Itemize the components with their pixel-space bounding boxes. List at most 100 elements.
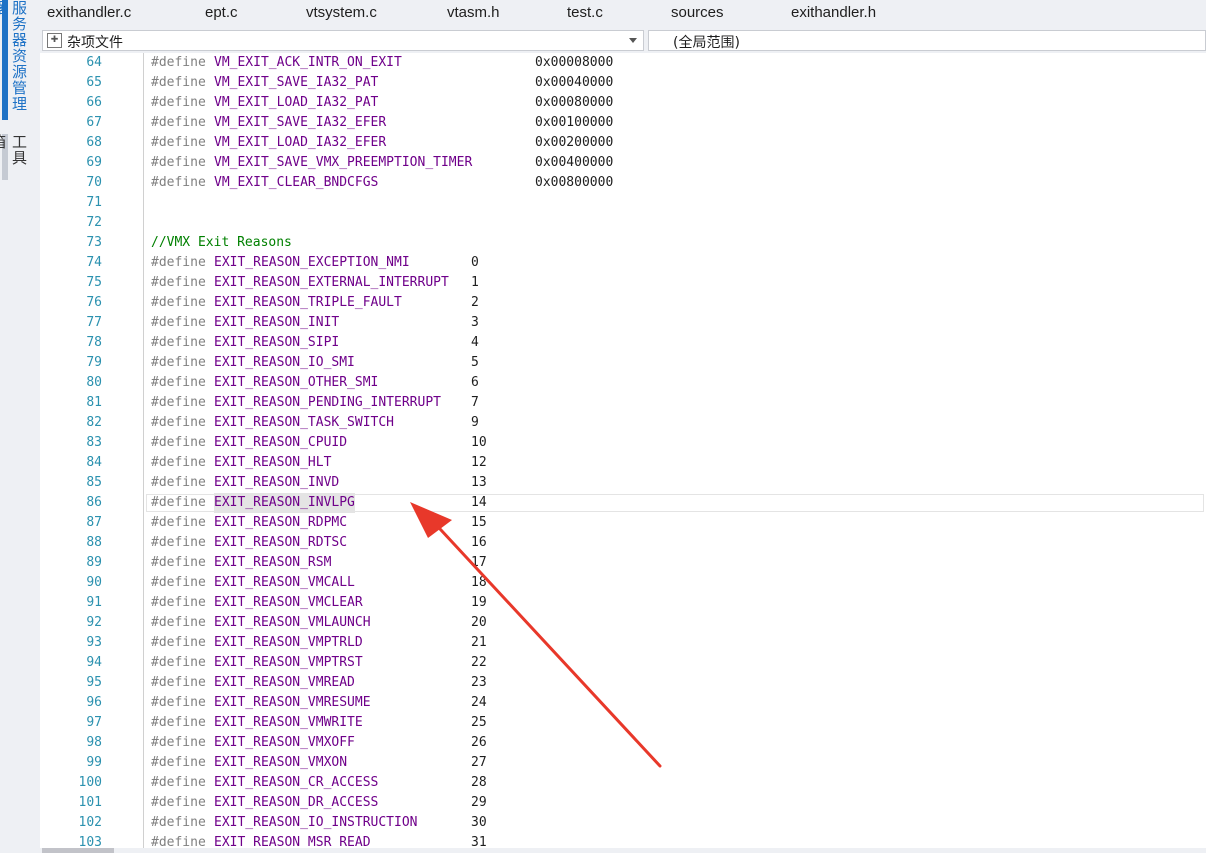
macro-name[interactable]: EXIT_REASON_TASK_SWITCH bbox=[214, 413, 394, 433]
horizontal-scrollbar[interactable] bbox=[40, 848, 1206, 853]
code-line[interactable]: 101 #define EXIT_REASON_DR_ACCESS 29 bbox=[40, 793, 1206, 813]
code-line[interactable]: 74 #define EXIT_REASON_EXCEPTION_NMI 0 bbox=[40, 253, 1206, 273]
code-line[interactable]: 77 #define EXIT_REASON_INIT 3 bbox=[40, 313, 1206, 333]
macro-value: 1 bbox=[471, 275, 479, 290]
code-line[interactable]: 89 #define EXIT_REASON_RSM 17 bbox=[40, 553, 1206, 573]
tab-test-c[interactable]: test.c bbox=[567, 4, 603, 21]
code-line[interactable]: 68 #define VM_EXIT_LOAD_IA32_EFER 0x0020000… bbox=[40, 133, 1206, 153]
macro-name[interactable]: VM_EXIT_SAVE_IA32_EFER bbox=[214, 113, 386, 133]
macro-name[interactable]: EXIT_REASON_PENDING_INTERRUPT bbox=[214, 393, 441, 413]
line-number: 78 bbox=[86, 335, 102, 350]
macro-name[interactable]: EXIT_REASON_VMXON bbox=[214, 753, 347, 773]
code-line[interactable]: 84 #define EXIT_REASON_HLT 12 bbox=[40, 453, 1206, 473]
macro-name[interactable]: EXIT_REASON_VMREAD bbox=[214, 673, 355, 693]
code-line[interactable]: 67 #define VM_EXIT_SAVE_IA32_EFER 0x0010000… bbox=[40, 113, 1206, 133]
code-line[interactable]: 73 //VMX Exit Reasons bbox=[40, 233, 1206, 253]
code-line[interactable]: 102 #define EXIT_REASON_IO_INSTRUCTION 30 bbox=[40, 813, 1206, 833]
code-line[interactable]: 95 #define EXIT_REASON_VMREAD 23 bbox=[40, 673, 1206, 693]
tab-ept-c[interactable]: ept.c bbox=[205, 4, 238, 21]
code-line[interactable]: 98 #define EXIT_REASON_VMXOFF 26 bbox=[40, 733, 1206, 753]
code-line[interactable]: 80 #define EXIT_REASON_OTHER_SMI 6 bbox=[40, 373, 1206, 393]
macro-value: 0x00800000 bbox=[535, 175, 614, 190]
macro-name[interactable]: EXIT_REASON_VMXOFF bbox=[214, 733, 355, 753]
code-line[interactable]: 85 #define EXIT_REASON_INVD 13 bbox=[40, 473, 1206, 493]
macro-name[interactable]: EXIT_REASON_EXTERNAL_INTERRUPT bbox=[214, 273, 449, 293]
side-tab-server-explorer[interactable]: 服务器资源管理器 bbox=[0, 0, 30, 116]
code-line[interactable]: 99 #define EXIT_REASON_VMXON 27 bbox=[40, 753, 1206, 773]
code-line[interactable]: 79 #define EXIT_REASON_IO_SMI 5 bbox=[40, 353, 1206, 373]
macro-name[interactable]: EXIT_REASON_INVD bbox=[214, 473, 339, 493]
code-line[interactable]: 90 #define EXIT_REASON_VMCALL 18 bbox=[40, 573, 1206, 593]
macro-name[interactable]: EXIT_REASON_VMWRITE bbox=[214, 713, 363, 733]
code-line[interactable]: 100 #define EXIT_REASON_CR_ACCESS 28 bbox=[40, 773, 1206, 793]
code-line[interactable]: 94 #define EXIT_REASON_VMPTRST 22 bbox=[40, 653, 1206, 673]
code-line[interactable]: 71 bbox=[40, 193, 1206, 213]
macro-name[interactable]: EXIT_REASON_CPUID bbox=[214, 433, 347, 453]
member-scope-dropdown[interactable]: (全局范围) bbox=[648, 30, 1206, 51]
code-line[interactable]: 76 #define EXIT_REASON_TRIPLE_FAULT 2 bbox=[40, 293, 1206, 313]
macro-name[interactable]: EXIT_REASON_TRIPLE_FAULT bbox=[214, 293, 402, 313]
code-line[interactable]: 72 bbox=[40, 213, 1206, 233]
macro-name[interactable]: EXIT_REASON_OTHER_SMI bbox=[214, 373, 378, 393]
macro-name[interactable]: EXIT_REASON_CR_ACCESS bbox=[214, 773, 378, 793]
line-number: 68 bbox=[86, 135, 102, 150]
scrollbar-thumb[interactable] bbox=[42, 848, 114, 853]
code-line[interactable]: 75 #define EXIT_REASON_EXTERNAL_INTERRUPT 1 bbox=[40, 273, 1206, 293]
code-line[interactable]: 82 #define EXIT_REASON_TASK_SWITCH 9 bbox=[40, 413, 1206, 433]
preprocessor-keyword: #define bbox=[151, 155, 206, 170]
code-line[interactable]: 83 #define EXIT_REASON_CPUID 10 bbox=[40, 433, 1206, 453]
code-editor[interactable]: 64 #define VM_EXIT_ACK_INTR_ON_EXIT 0x00008… bbox=[40, 53, 1206, 853]
code-line[interactable]: 88 #define EXIT_REASON_RDTSC 16 bbox=[40, 533, 1206, 553]
tab-vtsystem-c[interactable]: vtsystem.c bbox=[306, 4, 377, 21]
macro-name[interactable]: EXIT_REASON_VMCALL bbox=[214, 573, 355, 593]
macro-name[interactable]: EXIT_REASON_SIPI bbox=[214, 333, 339, 353]
tab-exithandler-h[interactable]: exithandler.h bbox=[791, 4, 876, 21]
macro-value: 0 bbox=[471, 255, 479, 270]
code-line[interactable]: 91 #define EXIT_REASON_VMCLEAR 19 bbox=[40, 593, 1206, 613]
macro-name[interactable]: EXIT_REASON_IO_INSTRUCTION bbox=[214, 813, 418, 833]
code-line[interactable]: 93 #define EXIT_REASON_VMPTRLD 21 bbox=[40, 633, 1206, 653]
macro-name[interactable]: EXIT_REASON_DR_ACCESS bbox=[214, 793, 378, 813]
macro-name[interactable]: EXIT_REASON_HLT bbox=[214, 453, 331, 473]
preprocessor-keyword: #define bbox=[151, 175, 206, 190]
code-line[interactable]: 69 #define VM_EXIT_SAVE_VMX_PREEMPTION_TIM… bbox=[40, 153, 1206, 173]
macro-name[interactable]: EXIT_REASON_INVLPG bbox=[214, 493, 355, 513]
chevron-down-icon[interactable] bbox=[629, 38, 637, 43]
macro-name[interactable]: VM_EXIT_LOAD_IA32_PAT bbox=[214, 93, 378, 113]
macro-name[interactable]: EXIT_REASON_RDPMC bbox=[214, 513, 347, 533]
macro-name[interactable]: EXIT_REASON_RSM bbox=[214, 553, 331, 573]
macro-value: 17 bbox=[471, 555, 487, 570]
macro-name[interactable]: VM_EXIT_SAVE_IA32_PAT bbox=[214, 73, 378, 93]
macro-name[interactable]: EXIT_REASON_VMPTRST bbox=[214, 653, 363, 673]
code-line[interactable]: 92 #define EXIT_REASON_VMLAUNCH 20 bbox=[40, 613, 1206, 633]
macro-name[interactable]: EXIT_REASON_VMLAUNCH bbox=[214, 613, 371, 633]
macro-name[interactable]: EXIT_REASON_VMRESUME bbox=[214, 693, 371, 713]
code-line[interactable]: 78 #define EXIT_REASON_SIPI 4 bbox=[40, 333, 1206, 353]
code-line[interactable]: 64 #define VM_EXIT_ACK_INTR_ON_EXIT 0x00008… bbox=[40, 53, 1206, 73]
code-line[interactable]: 70 #define VM_EXIT_CLEAR_BNDCFGS 0x00800000 bbox=[40, 173, 1206, 193]
macro-name[interactable]: VM_EXIT_SAVE_VMX_PREEMPTION_TIMER bbox=[214, 153, 472, 173]
macro-name[interactable]: VM_EXIT_LOAD_IA32_EFER bbox=[214, 133, 386, 153]
code-line[interactable]: 66 #define VM_EXIT_LOAD_IA32_PAT 0x00080000 bbox=[40, 93, 1206, 113]
tab-vtasm-h[interactable]: vtasm.h bbox=[447, 4, 500, 21]
code-line[interactable]: 81 #define EXIT_REASON_PENDING_INTERRUPT 7 bbox=[40, 393, 1206, 413]
side-tab-toolbox[interactable]: 工具箱 bbox=[0, 134, 30, 180]
tab-sources[interactable]: sources bbox=[671, 4, 724, 21]
project-scope-dropdown[interactable]: ✚ 杂项文件 bbox=[42, 30, 644, 51]
macro-name[interactable]: EXIT_REASON_EXCEPTION_NMI bbox=[214, 253, 410, 273]
code-line[interactable]: 97 #define EXIT_REASON_VMWRITE 25 bbox=[40, 713, 1206, 733]
macro-name[interactable]: VM_EXIT_ACK_INTR_ON_EXIT bbox=[214, 53, 402, 73]
code-line[interactable]: 86 #define EXIT_REASON_INVLPG 14 bbox=[40, 493, 1206, 513]
macro-name[interactable]: VM_EXIT_CLEAR_BNDCFGS bbox=[214, 173, 378, 193]
code-line[interactable]: 87 #define EXIT_REASON_RDPMC 15 bbox=[40, 513, 1206, 533]
line-number: 70 bbox=[86, 175, 102, 190]
tab-exithandler-c[interactable]: exithandler.c bbox=[47, 4, 131, 21]
macro-name[interactable]: EXIT_REASON_INIT bbox=[214, 313, 339, 333]
macro-value: 24 bbox=[471, 695, 487, 710]
macro-name[interactable]: EXIT_REASON_IO_SMI bbox=[214, 353, 355, 373]
code-line[interactable]: 96 #define EXIT_REASON_VMRESUME 24 bbox=[40, 693, 1206, 713]
macro-name[interactable]: EXIT_REASON_RDTSC bbox=[214, 533, 347, 553]
macro-name[interactable]: EXIT_REASON_VMPTRLD bbox=[214, 633, 363, 653]
code-line[interactable]: 65 #define VM_EXIT_SAVE_IA32_PAT 0x00040000 bbox=[40, 73, 1206, 93]
macro-name[interactable]: EXIT_REASON_VMCLEAR bbox=[214, 593, 363, 613]
